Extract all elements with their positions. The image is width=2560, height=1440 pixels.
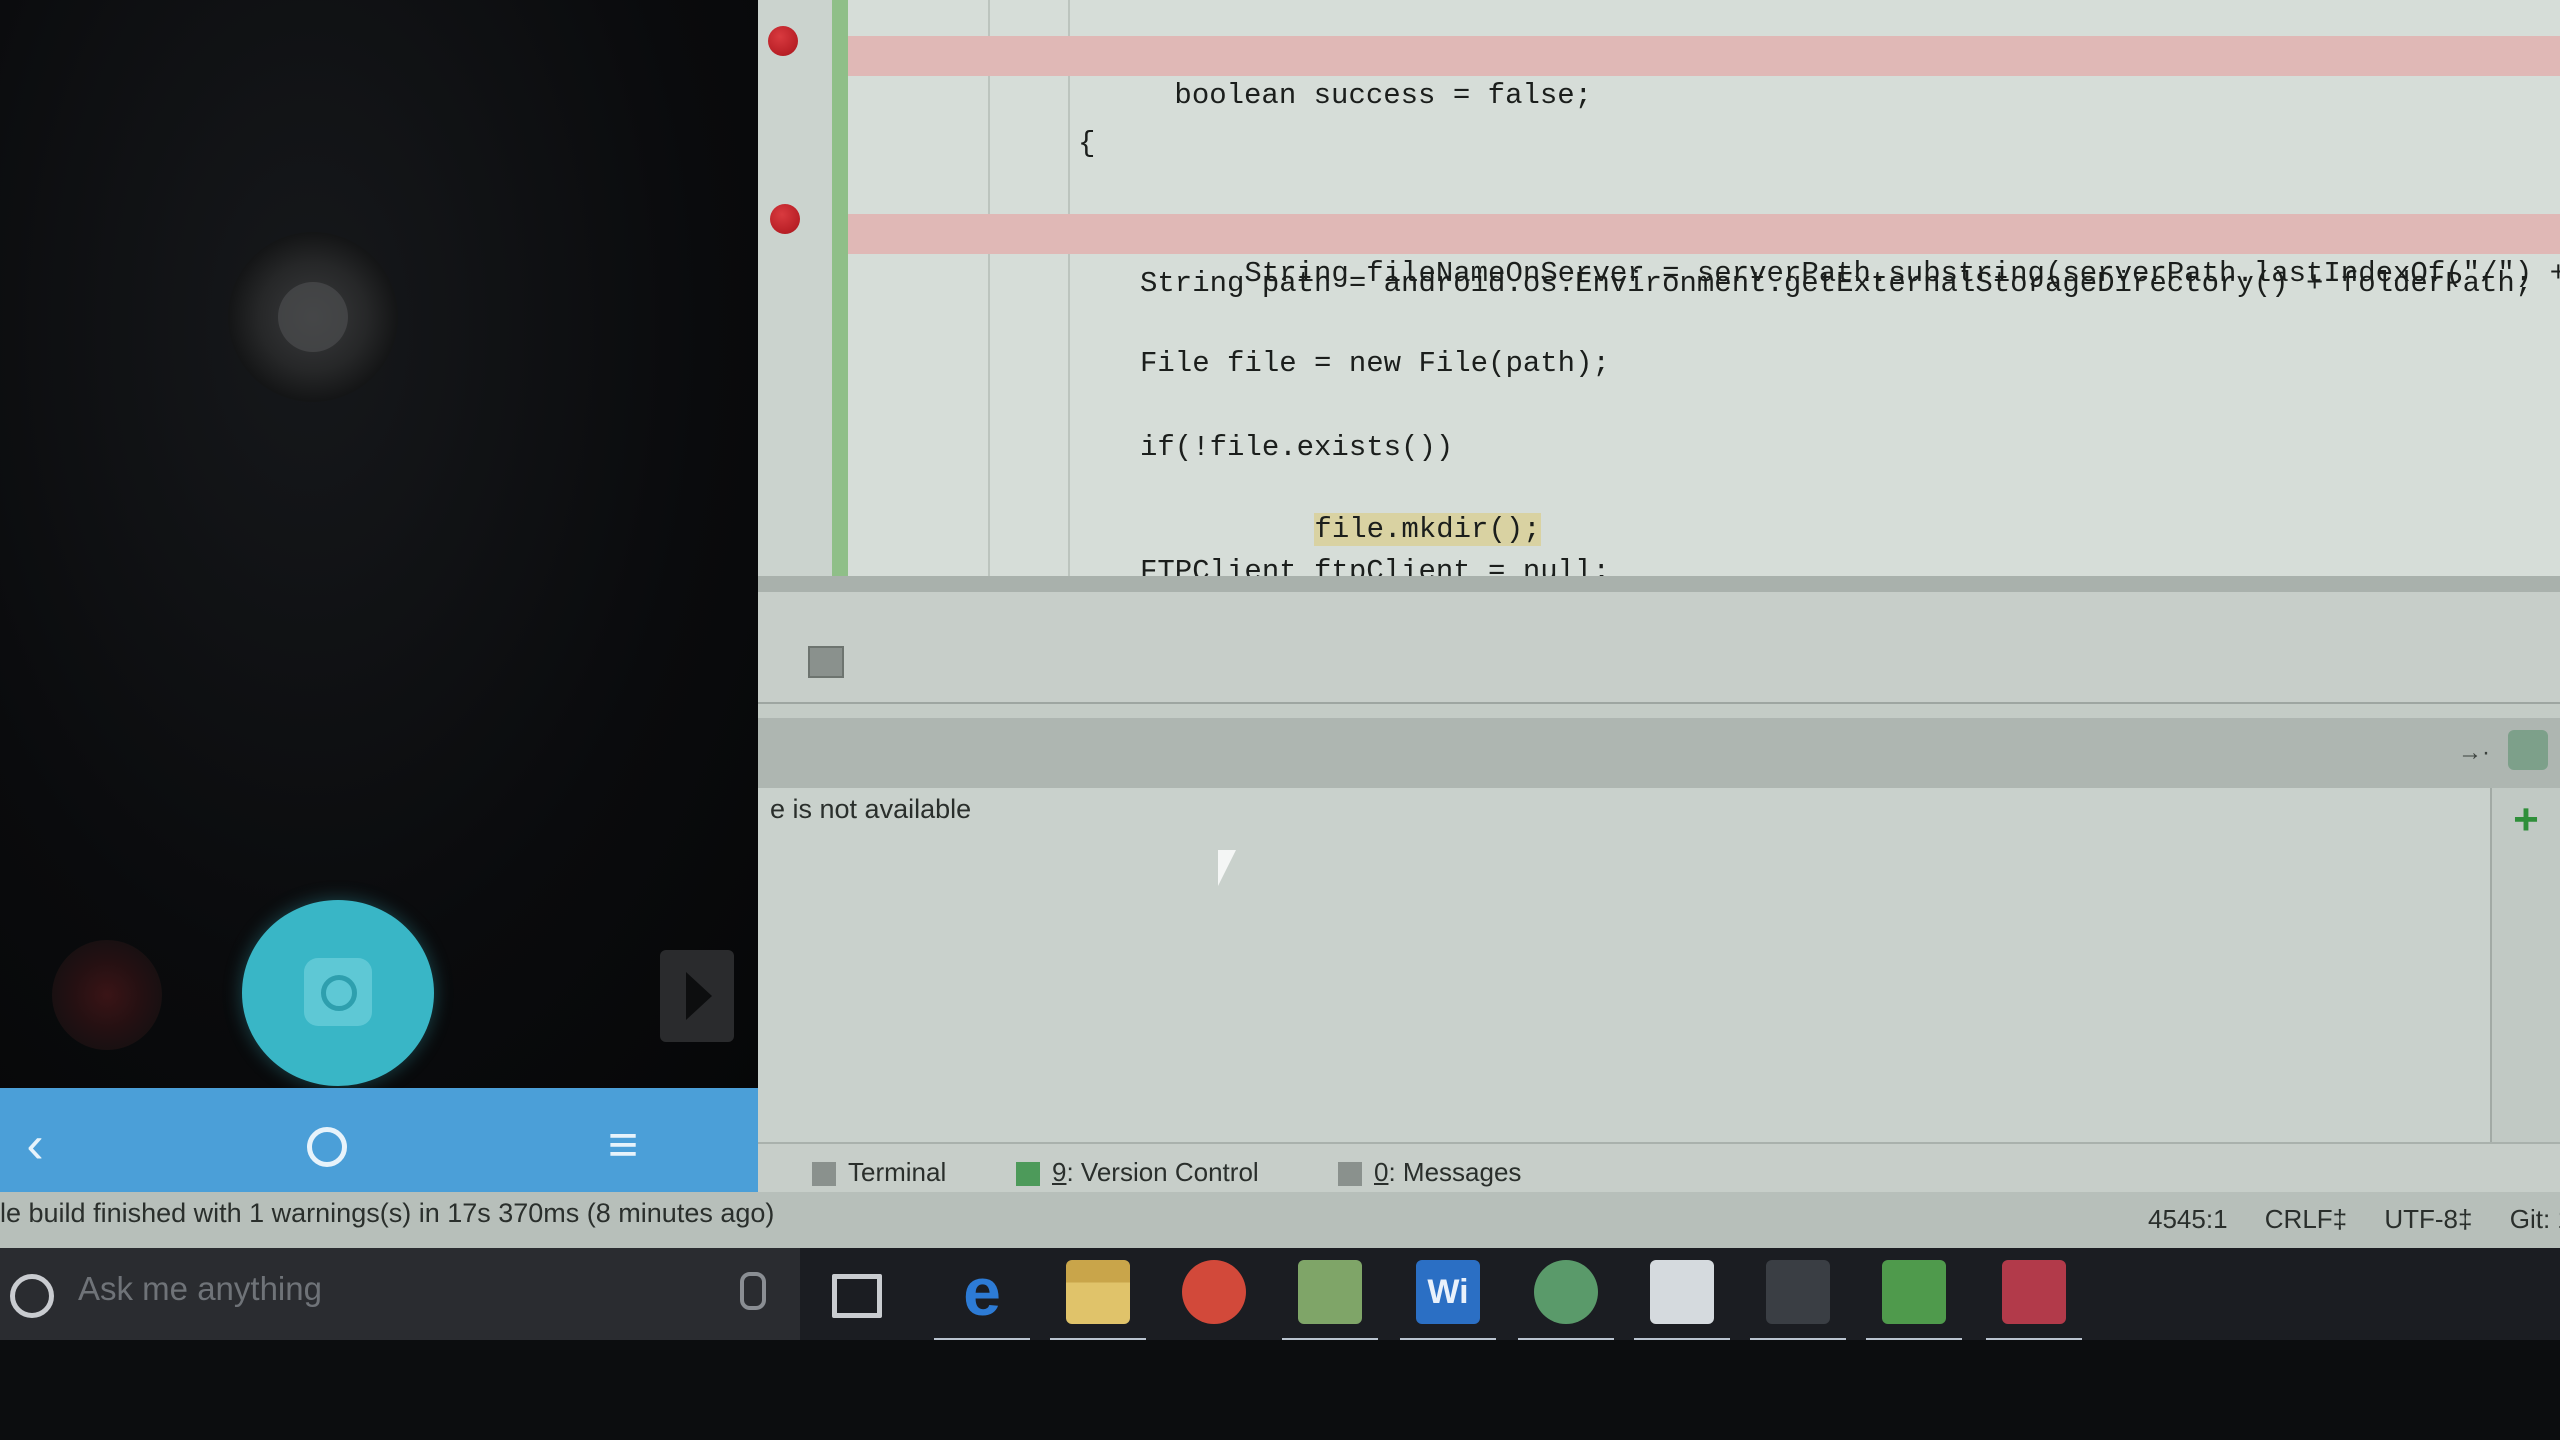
- windows-taskbar: Ask me anything e Wi: [0, 1248, 2560, 1342]
- terminal-icon: [812, 1162, 836, 1187]
- code-line: file.mkdir();: [1210, 470, 2560, 546]
- tool-window-sidebar: +: [2490, 788, 2560, 1158]
- vcs-change-marker: [832, 0, 848, 576]
- android-studio-icon[interactable]: [1518, 1260, 1614, 1342]
- search-input[interactable]: Ask me anything: [78, 1270, 322, 1308]
- app-icon[interactable]: [1750, 1248, 1876, 1342]
- edge-icon[interactable]: e: [934, 1258, 1030, 1342]
- pin-icon[interactable]: →·: [2458, 738, 2498, 768]
- paint-icon[interactable]: [1986, 1260, 2082, 1342]
- microphone-icon[interactable]: [740, 1272, 766, 1310]
- tab-terminal[interactable]: Terminal: [812, 1152, 946, 1192]
- tool-window-header: →·: [758, 718, 2560, 790]
- file-encoding[interactable]: UTF-8‡: [2384, 1204, 2472, 1234]
- gear-icon[interactable]: [2508, 730, 2548, 770]
- status-bar: le build finished with 1 warnings(s) in …: [0, 1192, 2560, 1248]
- tab-version-control[interactable]: 9: Version Control: [1016, 1152, 1259, 1192]
- plus-icon[interactable]: +: [2506, 798, 2546, 842]
- code-text: file.mkdir();: [1314, 513, 1541, 546]
- code-text: boolean success = false;: [1174, 79, 1593, 112]
- code-line: {: [1078, 127, 1096, 160]
- ide-window: public static boolean downloadFile(Strin…: [758, 0, 2560, 1248]
- cortana-icon[interactable]: [10, 1274, 54, 1318]
- gallery-thumbnail-button[interactable]: [52, 940, 162, 1050]
- tool-strip: [758, 592, 2560, 704]
- code-line: File file = new File(path);: [1140, 347, 1610, 380]
- file-explorer-icon[interactable]: [1050, 1260, 1146, 1342]
- editor-gutter[interactable]: [758, 0, 836, 580]
- mouse-cursor-icon: [1216, 848, 1238, 888]
- android-emulator: ‹ ≡: [0, 0, 773, 1198]
- caret-position[interactable]: 4545:1: [2148, 1204, 2228, 1234]
- home-icon[interactable]: [290, 1110, 360, 1180]
- switch-mode-button[interactable]: [660, 950, 734, 1042]
- code-line-breakpoint: String fileNameOnServer = serverPath.sub…: [848, 214, 2560, 290]
- tab-shortcut: 9: [1052, 1157, 1067, 1187]
- monitor-bezel: [0, 1340, 2560, 1440]
- build-status[interactable]: le build finished with 1 warnings(s) in …: [0, 1198, 774, 1229]
- line-separator[interactable]: CRLF‡: [2265, 1204, 2347, 1234]
- camera-icon: [304, 958, 372, 1026]
- chart-icon[interactable]: [1866, 1260, 1962, 1342]
- git-client-icon[interactable]: [1182, 1260, 1246, 1324]
- code-line: String path = android.os.Environment.get…: [1140, 267, 2533, 300]
- layout-icon[interactable]: [808, 646, 844, 678]
- breakpoint-icon[interactable]: [768, 26, 798, 56]
- code-line: FTPClient ftpClient = null;: [1140, 555, 1610, 576]
- box-icon[interactable]: [1634, 1260, 1730, 1342]
- cortana-search[interactable]: Ask me anything: [0, 1248, 800, 1340]
- tool-window-content: e is not available: [758, 788, 2490, 1158]
- status-widgets: 4545:1 CRLF‡ UTF-8‡ Git: 16: [2148, 1204, 2560, 1235]
- code-line-breakpoint: boolean success = false;: [848, 36, 2560, 112]
- book-icon[interactable]: [1282, 1260, 1378, 1342]
- tab-shortcut: 0: [1374, 1157, 1389, 1187]
- tab-label: : Messages: [1388, 1157, 1522, 1187]
- code-editor[interactable]: public static boolean downloadFile(Strin…: [848, 0, 2560, 576]
- word-icon[interactable]: Wi: [1400, 1260, 1496, 1342]
- tab-label: : Version Control: [1066, 1157, 1259, 1187]
- messages-icon: [1338, 1162, 1362, 1187]
- android-nav-bar: ‹ ≡: [0, 1088, 773, 1198]
- camera-viewfinder: [0, 0, 773, 1088]
- version-control-icon: [1016, 1162, 1040, 1187]
- tab-messages[interactable]: 0: Messages: [1338, 1152, 1521, 1192]
- tab-label: Terminal: [848, 1157, 947, 1187]
- back-icon[interactable]: ‹: [0, 1110, 70, 1180]
- shutter-button[interactable]: [242, 900, 434, 1086]
- code-line: if(!file.exists()): [1140, 431, 1454, 464]
- panel-message: e is not available: [770, 794, 972, 824]
- git-branch[interactable]: Git: 16: [2510, 1204, 2560, 1234]
- focus-indicator: [228, 232, 398, 402]
- menu-icon[interactable]: ≡: [588, 1110, 658, 1180]
- code-line: public static boolean downloadFile(Strin…: [998, 0, 2560, 72]
- task-view-icon[interactable]: [832, 1274, 882, 1318]
- breakpoint-icon[interactable]: [770, 204, 800, 234]
- editor-splitter[interactable]: [758, 576, 2560, 592]
